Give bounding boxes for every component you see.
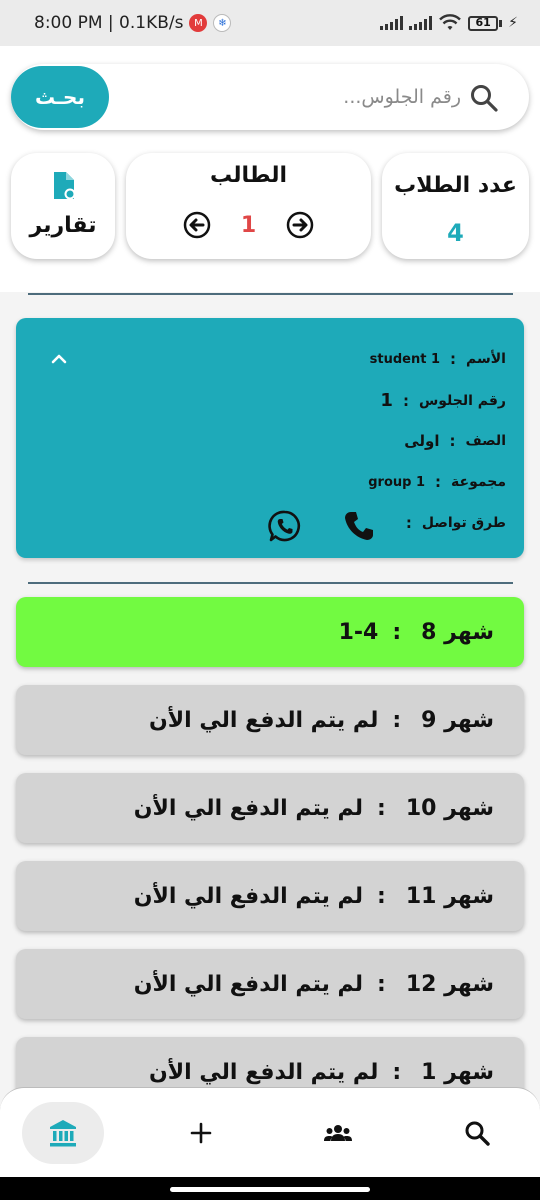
month-row[interactable]: شهر 8 : 1-4 [16, 597, 524, 667]
separator: : [377, 971, 386, 997]
class-value: اولى [404, 432, 440, 450]
group-label: مجموعة [451, 474, 506, 490]
separator: : [435, 473, 442, 491]
next-arrow-icon[interactable] [286, 211, 314, 239]
month-label: شهر 9 [421, 707, 494, 733]
month-status: لم يتم الدفع الي الأن [149, 707, 379, 733]
system-gesture-bar [0, 1177, 540, 1200]
month-label: شهر 8 [421, 619, 494, 645]
nav-item-search[interactable] [436, 1102, 518, 1164]
divider [28, 582, 513, 584]
separator: : [392, 619, 402, 645]
search-icon [471, 85, 498, 112]
whatsapp-icon[interactable] [268, 509, 302, 543]
contact-row: طرق تواصل : [396, 514, 506, 532]
month-row[interactable]: شهر 11 : لم يتم الدفع الي الأن [16, 861, 524, 931]
report-file-icon [54, 172, 76, 200]
status-time: 8:00 PM | 0.1KB/s [34, 13, 184, 33]
phone-icon[interactable] [342, 509, 376, 543]
month-status: 1-4 [338, 619, 379, 645]
nav-item-add[interactable] [160, 1102, 242, 1164]
bottom-navigation [0, 1087, 540, 1177]
month-label: شهر 11 [405, 883, 494, 909]
charging-icon: ⚡ [508, 15, 518, 31]
student-info-card: الأسم : student 1 رقم الجلوس : 1 الصف : … [16, 318, 524, 558]
previous-arrow-icon[interactable] [183, 211, 211, 239]
contact-label: طرق تواصل [421, 515, 506, 531]
student-pager-title: الطالب [209, 163, 288, 188]
student-name-value: student 1 [369, 351, 441, 367]
chevron-up-icon[interactable] [48, 348, 70, 370]
status-bar: 8:00 PM | 0.1KB/s M ❄ 61 ⚡ [0, 0, 540, 46]
search-button[interactable]: بحـث [11, 66, 109, 128]
month-status: لم يتم الدفع الي الأن [133, 795, 364, 821]
group-row: مجموعة : group 1 [368, 473, 506, 491]
student-name-row: الأسم : student 1 [370, 350, 506, 368]
separator: : [377, 795, 386, 821]
month-row[interactable]: شهر 9 : لم يتم الدفع الي الأن [16, 685, 524, 755]
home-indicator[interactable] [170, 1187, 370, 1192]
nav-item-students[interactable] [297, 1102, 379, 1164]
mail-notification-icon: M [189, 14, 208, 32]
wifi-icon [439, 14, 462, 30]
separator: : [377, 883, 386, 909]
seat-number-row: رقم الجلوس : 1 [380, 390, 506, 411]
student-count-card: عدد الطلاب 4 [382, 153, 529, 259]
student-pager-card: الطالب 1 [126, 153, 371, 259]
battery-icon: 61 [468, 15, 503, 31]
signal-icon [409, 16, 433, 30]
group-icon [324, 1125, 352, 1141]
separator: : [450, 350, 457, 368]
month-row[interactable]: شهر 12 : لم يتم الدفع الي الأن [16, 949, 524, 1019]
nav-item-home[interactable] [22, 1102, 104, 1164]
separator: : [405, 514, 412, 532]
reports-label: تقارير [29, 213, 97, 238]
snowflake-notification-icon: ❄ [213, 14, 232, 32]
student-pager: 1 [126, 211, 371, 239]
month-label: شهر 10 [405, 795, 494, 821]
plus-icon [190, 1122, 212, 1144]
month-row[interactable]: شهر 10 : لم يتم الدفع الي الأن [16, 773, 524, 843]
seat-number-label: رقم الجلوس [418, 392, 506, 409]
search-icon [465, 1121, 490, 1146]
search-bar: بحـث [11, 64, 529, 130]
seat-number-value: 1 [380, 390, 393, 411]
seat-number-search-input[interactable] [131, 78, 461, 116]
separator: : [402, 391, 409, 410]
month-label: شهر 12 [405, 971, 494, 997]
student-count-title: عدد الطلاب [394, 173, 517, 198]
header-area: بحـث عدد الطلاب 4 الطالب 1 [0, 46, 540, 292]
student-count-value: 4 [447, 219, 464, 247]
month-status: لم يتم الدفع الي الأن [133, 883, 364, 909]
signal-icon [380, 16, 404, 30]
battery-level: 61 [475, 15, 491, 29]
separator: : [392, 707, 402, 733]
group-value: group 1 [368, 474, 426, 490]
reports-button[interactable]: تقارير [11, 153, 115, 259]
separator: : [392, 1059, 402, 1085]
class-row: الصف : اولى [404, 432, 506, 450]
month-label: شهر 1 [421, 1059, 494, 1085]
status-left: 8:00 PM | 0.1KB/s M ❄ [34, 13, 232, 33]
status-right: 61 ⚡ [380, 14, 518, 32]
divider [28, 293, 513, 295]
current-student-number: 1 [240, 212, 257, 238]
bank-icon [50, 1120, 76, 1147]
separator: : [449, 432, 456, 450]
month-status: لم يتم الدفع الي الأن [133, 971, 364, 997]
class-label: الصف [465, 433, 506, 449]
student-name-label: الأسم [466, 351, 506, 367]
month-status: لم يتم الدفع الي الأن [149, 1059, 379, 1085]
